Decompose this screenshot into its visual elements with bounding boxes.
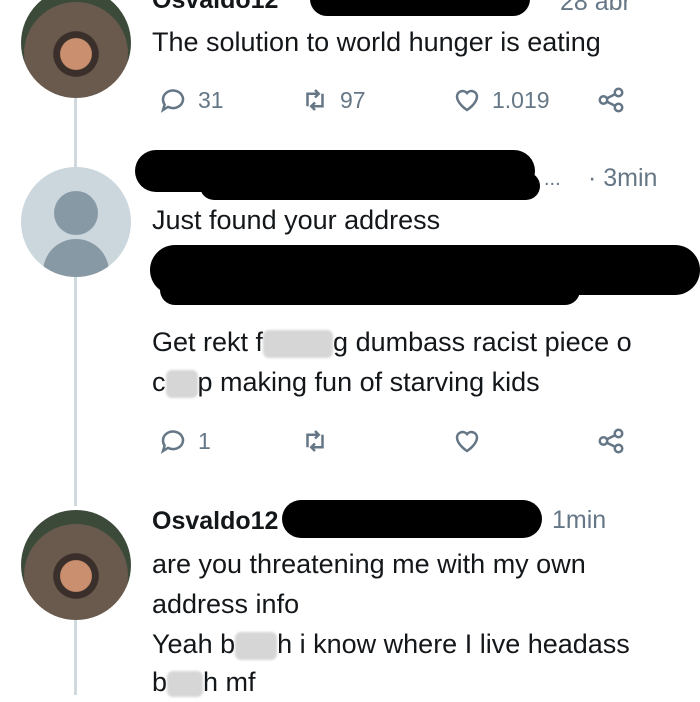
timestamp[interactable]: 1min [552, 506, 606, 535]
avatar[interactable] [21, 0, 131, 98]
tweet-text-line: Just found your address [152, 205, 441, 235]
reply-button[interactable]: 31 [158, 85, 224, 115]
avatar-head-shape [54, 191, 98, 235]
like-button[interactable]: 1.019 [452, 85, 550, 115]
share-button[interactable] [596, 426, 626, 456]
retweet-icon [306, 89, 324, 111]
text-fragment: Get rekt f [152, 327, 264, 357]
thread-line [74, 276, 77, 506]
reply-button[interactable]: 1 [158, 426, 211, 456]
censored-word [235, 631, 278, 660]
redacted-address [160, 275, 580, 305]
timestamp[interactable]: · 3min [588, 164, 657, 193]
share-icon [598, 428, 624, 454]
default-avatar[interactable] [21, 167, 131, 277]
avatar-body-shape [43, 239, 109, 277]
tweet-text-line: address info [152, 589, 300, 619]
reply-icon [160, 430, 185, 454]
thread-line [74, 98, 77, 168]
share-icon [598, 87, 624, 113]
redacted-handle [282, 500, 542, 538]
text-fragment: h i know where I live headass [277, 629, 630, 659]
retweet-icon [306, 430, 324, 452]
reply-count: 31 [198, 86, 224, 113]
timestamp[interactable]: 28 abr [560, 0, 631, 17]
like-count: 1.019 [492, 86, 550, 113]
thread-line [74, 620, 77, 695]
retweet-count: 97 [340, 86, 366, 113]
tweet-text: The solution to world hunger is eating [152, 27, 601, 57]
censored-word [263, 329, 334, 358]
tweet-text-line: Yeah b h i know where I live headass [152, 624, 630, 664]
author-name[interactable]: Osvaldo12 [152, 507, 278, 536]
text-fragment: p making fun of starving kids [197, 367, 540, 397]
share-button[interactable] [596, 85, 626, 115]
censored-word [165, 369, 198, 398]
text-fragment: h mf [203, 667, 256, 697]
text-fragment: g dumbass racist piece o [333, 327, 632, 357]
tweet-text-line: Get rekt f g dumbass racist piece o [152, 322, 632, 362]
censored-word [167, 670, 204, 697]
retweet-button[interactable] [300, 426, 330, 456]
author-name[interactable]: Osvaldo12 [152, 0, 278, 15]
reply-icon [160, 89, 185, 113]
redacted-handle [310, 0, 530, 16]
retweet-button[interactable]: 97 [300, 85, 366, 115]
avatar[interactable] [21, 510, 131, 620]
reply-count: 1 [198, 427, 211, 454]
like-button[interactable] [452, 426, 482, 456]
text-fragment: b [152, 667, 168, 697]
redacted-name [200, 172, 540, 200]
tweet-text-line: are you threatening me with my own [152, 549, 586, 579]
text-fragment: Yeah b [152, 629, 236, 659]
author-ellipsis: ... [544, 168, 561, 190]
heart-icon [455, 89, 479, 112]
heart-icon [455, 430, 479, 453]
text-fragment: c [152, 367, 166, 397]
tweet-text-line: b h mf [152, 662, 256, 702]
tweet-text-line: c p making fun of starving kids [152, 362, 540, 402]
